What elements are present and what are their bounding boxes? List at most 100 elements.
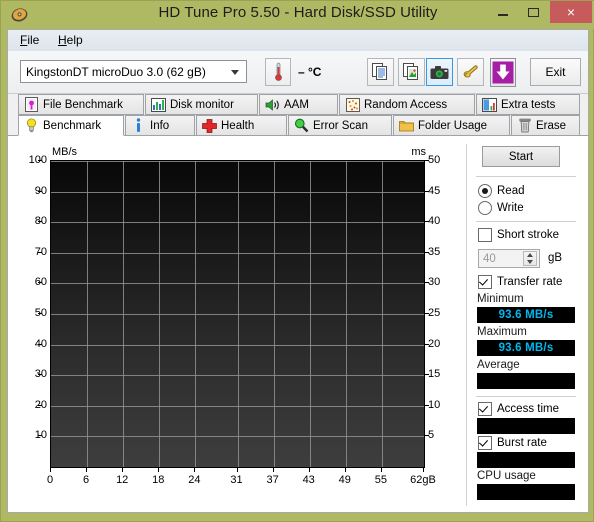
x-tickmark	[308, 468, 310, 472]
radio-read[interactable]: Read	[478, 184, 525, 198]
x-tickmark	[272, 468, 274, 472]
short-stroke-spin-buttons[interactable]	[523, 251, 537, 266]
tab-info-label: Info	[150, 119, 170, 132]
tab-aam[interactable]: AAM	[259, 94, 338, 115]
y-tick-left: 100	[28, 154, 47, 166]
y-tick-left: 90	[34, 184, 47, 197]
copy-icon[interactable]	[367, 58, 394, 86]
menu-item-file[interactable]: File	[17, 33, 42, 47]
x-tickmark	[344, 468, 346, 472]
menu-bar: File Help	[8, 30, 588, 52]
folder-icon	[398, 119, 415, 132]
y-tickmark-right	[425, 251, 429, 253]
x-tick: 18	[152, 474, 165, 486]
drive-select[interactable]: KingstonDT microDuo 3.0 (62 gB)	[20, 60, 247, 83]
benchmark-bulb-icon	[23, 118, 40, 133]
average-value-box	[477, 373, 575, 389]
x-tick: 62gB	[410, 474, 436, 486]
y-tick-left: 50	[34, 307, 47, 319]
chart-gridline-vertical	[237, 161, 239, 467]
tab-erase[interactable]: Erase	[511, 115, 580, 136]
spin-up-icon[interactable]	[527, 253, 533, 258]
tab-benchmark[interactable]: Benchmark	[18, 115, 124, 136]
tab-extra-tests-label: Extra tests	[501, 98, 556, 111]
x-tick: 24	[188, 474, 201, 486]
y-tickmark-right	[425, 343, 429, 345]
x-tick: 37	[266, 474, 279, 486]
chevron-down-icon	[231, 70, 239, 75]
y-tick-right: 40	[428, 215, 441, 228]
tab-error-scan-label: Error Scan	[313, 119, 368, 132]
thermometer-button[interactable]	[265, 58, 291, 86]
checkbox-burst-rate-indicator	[478, 436, 492, 450]
benchmark-compare-icon[interactable]	[457, 58, 484, 86]
y-tick-right: 10	[428, 398, 441, 411]
y-tick-right: 15	[428, 368, 441, 381]
start-button-label: Start	[508, 150, 534, 163]
close-button[interactable]: ×	[550, 1, 592, 23]
menu-file-rest: ile	[27, 33, 40, 47]
tab-health[interactable]: Health	[196, 115, 287, 136]
chart-plot-area[interactable]	[50, 160, 425, 468]
options-panel: Start Read Write Short stroke 40 gB Tran…	[474, 144, 580, 506]
tab-extra-tests[interactable]: Extra tests	[476, 94, 580, 115]
checkbox-transfer-rate-label: Transfer rate	[497, 276, 563, 288]
tab-folder-usage[interactable]: Folder Usage	[393, 115, 510, 136]
checkbox-transfer-rate-indicator	[478, 275, 492, 289]
tab-row-lower: Benchmark Info Health Error Scan Folder …	[8, 115, 588, 136]
burst-rate-value-box	[477, 452, 575, 468]
close-icon: ×	[566, 4, 576, 20]
y-tickmark-left	[38, 343, 42, 345]
average-label: Average	[477, 359, 520, 371]
random-access-icon	[344, 97, 361, 112]
checkbox-short-stroke[interactable]: Short stroke	[478, 228, 559, 242]
radio-write[interactable]: Write	[478, 201, 524, 215]
copy-image-icon[interactable]	[398, 58, 425, 86]
client-area: File Help KingstonDT microDuo 3.0 (62 gB…	[7, 29, 589, 513]
y-tick-right: 5	[428, 429, 435, 442]
speaker-icon	[264, 98, 281, 112]
y-tickmark-left	[38, 190, 42, 192]
radio-write-indicator	[478, 201, 492, 215]
tab-error-scan[interactable]: Error Scan	[288, 115, 392, 136]
checkbox-access-time-indicator	[478, 402, 492, 416]
y-tickmark-right	[425, 282, 429, 284]
x-tickmark	[194, 468, 196, 472]
tab-disk-monitor[interactable]: Disk monitor	[145, 94, 258, 115]
save-download-icon[interactable]	[490, 58, 516, 87]
chart-gridline-vertical	[345, 161, 347, 467]
x-tick: 43	[302, 474, 315, 486]
checkbox-short-stroke-indicator	[478, 228, 492, 242]
y-tickmark-right	[425, 435, 429, 437]
y-tick-right: 45	[428, 184, 441, 197]
y-tickmark-left	[38, 374, 42, 376]
screenshot-camera-icon[interactable]	[426, 58, 453, 86]
exit-button[interactable]: Exit	[530, 58, 581, 86]
tab-disk-monitor-label: Disk monitor	[170, 98, 234, 111]
y-tickmark-left	[38, 313, 42, 314]
spin-down-icon[interactable]	[527, 259, 533, 264]
tab-file-benchmark-label: File Benchmark	[43, 98, 123, 111]
x-tickmark	[50, 468, 51, 472]
y-tickmark-right	[425, 404, 429, 406]
checkbox-access-time[interactable]: Access time	[478, 402, 559, 416]
tab-random-access[interactable]: Random Access	[339, 94, 475, 115]
chart-gridline-vertical	[381, 161, 383, 467]
tab-file-benchmark[interactable]: File Benchmark	[18, 94, 144, 115]
tab-info[interactable]: Info	[125, 115, 195, 136]
x-tick: 0	[46, 474, 54, 486]
start-button[interactable]: Start	[482, 146, 560, 167]
checkbox-transfer-rate[interactable]: Transfer rate	[478, 275, 562, 289]
x-tick: 6	[83, 474, 90, 486]
maximize-icon	[527, 7, 539, 17]
short-stroke-stepper[interactable]: 40	[478, 249, 540, 268]
chart-gridline-vertical	[123, 161, 125, 467]
y-tickmark-right	[425, 313, 429, 314]
tab-random-access-label: Random Access	[364, 98, 448, 111]
maximize-button[interactable]	[520, 1, 546, 23]
menu-item-help[interactable]: Help	[55, 33, 86, 47]
y-tickmark-left	[38, 404, 42, 406]
minimize-button[interactable]	[490, 1, 516, 23]
checkbox-burst-rate[interactable]: Burst rate	[478, 436, 547, 450]
x-tickmark	[158, 468, 160, 472]
